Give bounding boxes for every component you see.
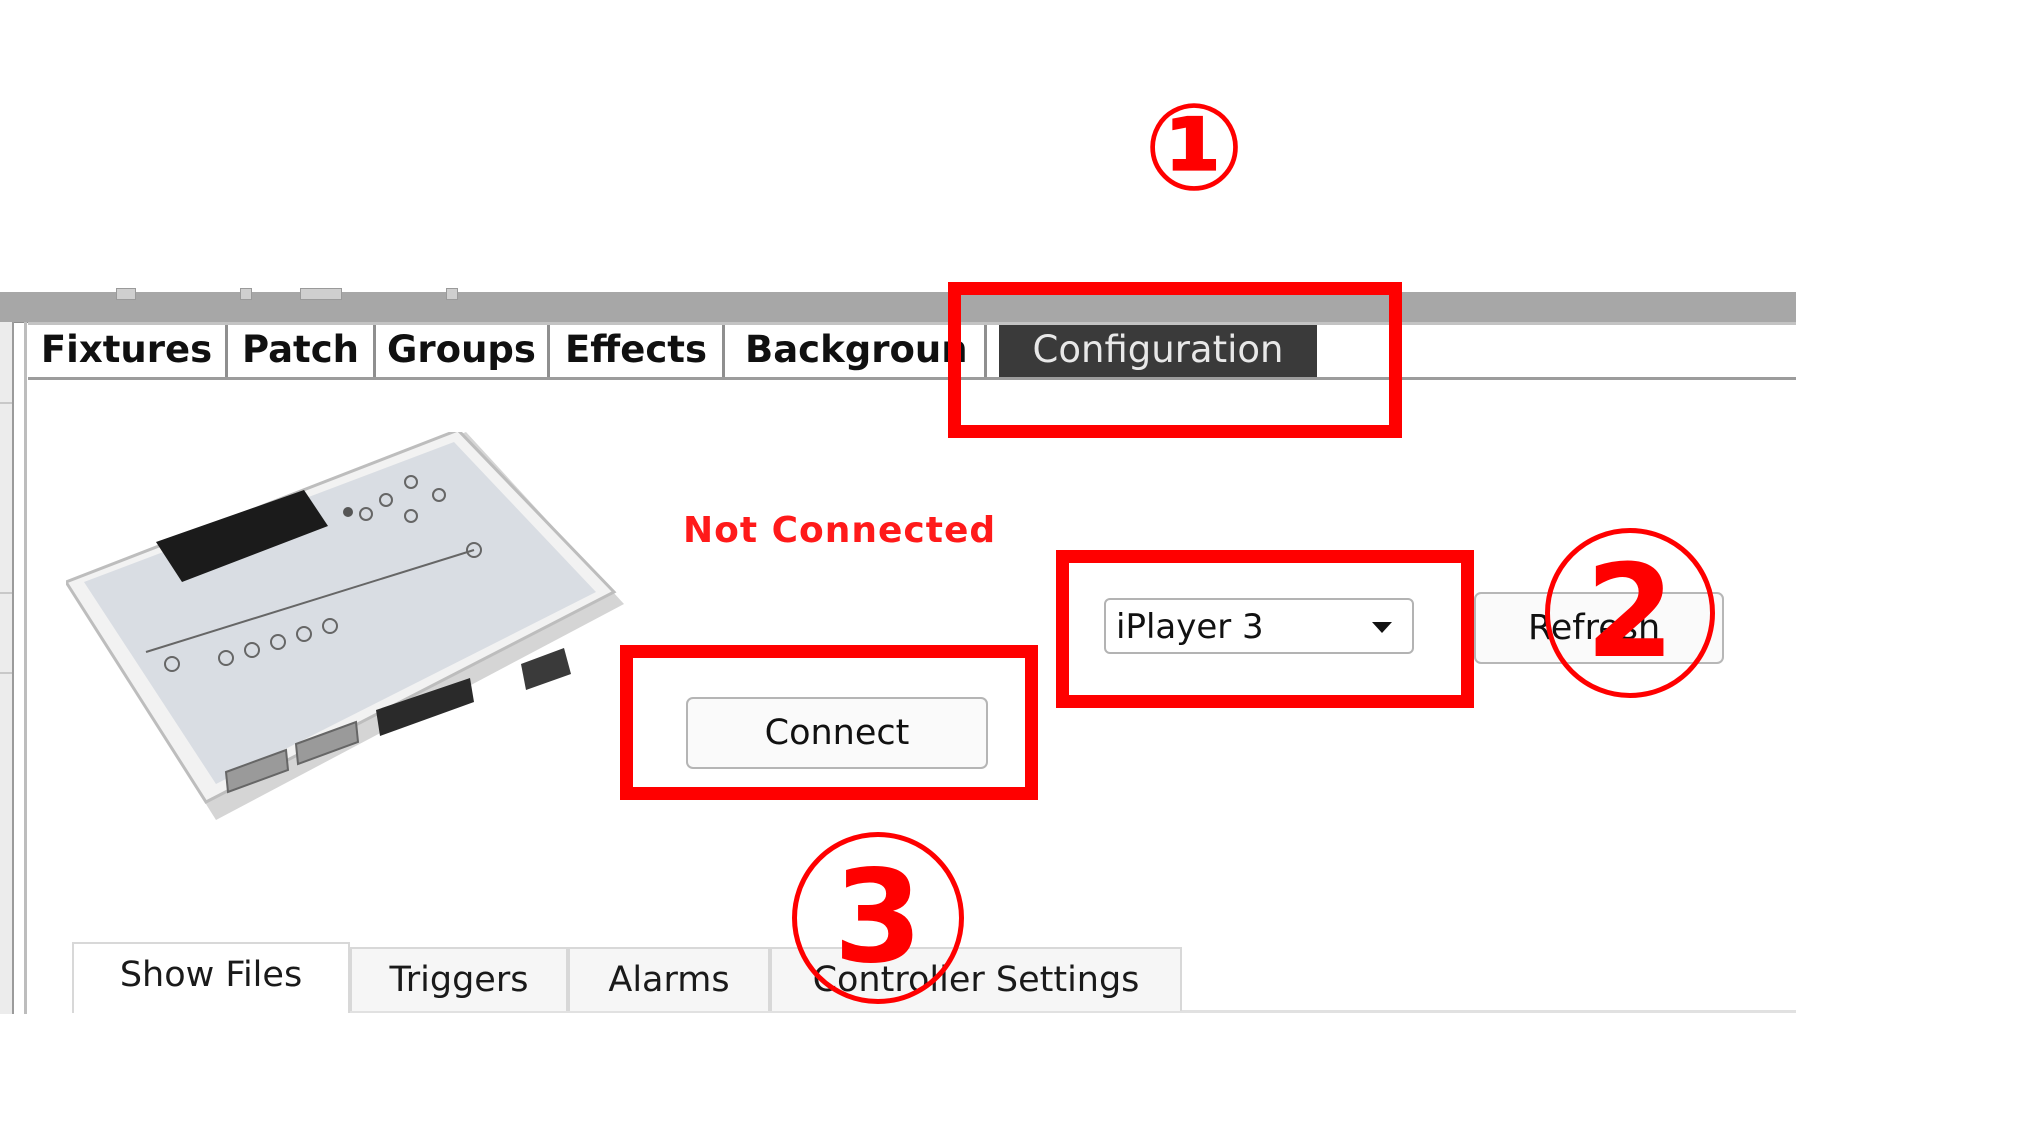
window-title-bar <box>0 288 1796 323</box>
toolbar-icon[interactable] <box>446 288 458 300</box>
tab-effects[interactable]: Effects <box>550 325 725 377</box>
rail-divider <box>0 592 12 594</box>
annotation-number-1: ① <box>1143 79 1245 218</box>
annotation-number-3: 3 <box>792 832 964 1004</box>
dmx-controller-image <box>66 432 624 820</box>
highlight-box-connect <box>620 645 1038 800</box>
tab-triggers[interactable]: Triggers <box>350 947 568 1011</box>
highlight-box-player-select <box>1056 550 1474 708</box>
panel-border <box>24 322 27 1014</box>
toolbar-icon[interactable] <box>116 288 136 300</box>
connection-status: Not Connected <box>683 510 997 551</box>
rail-divider <box>0 672 12 674</box>
main-tab-bar: Fixtures Patch Groups Effects Backgroun … <box>28 322 1796 380</box>
toolbar-icon[interactable] <box>240 288 252 300</box>
tab-groups[interactable]: Groups <box>376 325 550 377</box>
annotation-number-2: 2 <box>1545 528 1715 698</box>
tab-patch[interactable]: Patch <box>228 325 376 377</box>
rail-divider <box>0 402 12 404</box>
highlight-box-configuration <box>948 282 1402 438</box>
tab-show-files[interactable]: Show Files <box>72 942 350 1013</box>
tab-alarms[interactable]: Alarms <box>568 947 770 1011</box>
toolbar-icon[interactable] <box>300 288 342 300</box>
left-side-rail <box>0 322 14 1014</box>
tab-fixtures[interactable]: Fixtures <box>28 325 228 377</box>
